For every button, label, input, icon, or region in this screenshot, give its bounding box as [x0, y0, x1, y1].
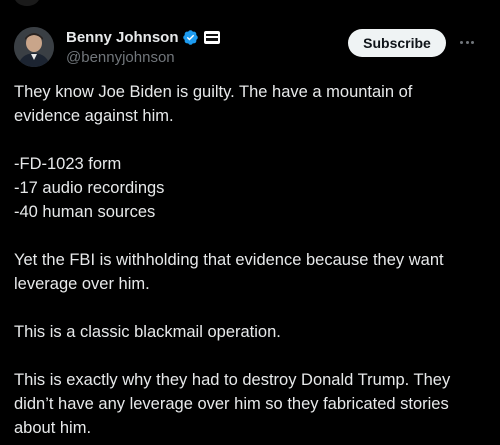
- more-dot: [460, 40, 464, 44]
- avatar[interactable]: [14, 27, 54, 67]
- tweet-paragraph: -FD-1023 form -17 audio recordings -40 h…: [14, 155, 165, 221]
- subscribe-button[interactable]: Subscribe: [348, 29, 446, 57]
- author-handle[interactable]: @bennyjohnson: [66, 48, 220, 67]
- tweet-paragraph: This is exactly why they had to destroy …: [14, 371, 451, 437]
- more-options-icon[interactable]: [456, 32, 478, 52]
- tweet-paragraph: They know Joe Biden is guilty. The have …: [14, 83, 413, 125]
- tweet-text: They know Joe Biden is guilty. The have …: [14, 80, 486, 440]
- avatar-photo: [14, 27, 54, 67]
- verified-badge-icon[interactable]: [182, 29, 199, 46]
- author-display-name[interactable]: Benny Johnson: [66, 28, 179, 47]
- affiliate-badge-icon[interactable]: [203, 31, 220, 44]
- tweet-paragraph: Yet the FBI is withholding that evidence…: [14, 251, 444, 293]
- more-dot: [470, 40, 474, 44]
- more-dot: [465, 40, 469, 44]
- name-row: Benny Johnson: [66, 28, 220, 47]
- tweet-paragraph: This is a classic blackmail operation.: [14, 323, 281, 341]
- previous-tweet-avatar-fragment: [14, 0, 40, 6]
- author-info: Benny Johnson @bennyjohnson: [66, 28, 220, 67]
